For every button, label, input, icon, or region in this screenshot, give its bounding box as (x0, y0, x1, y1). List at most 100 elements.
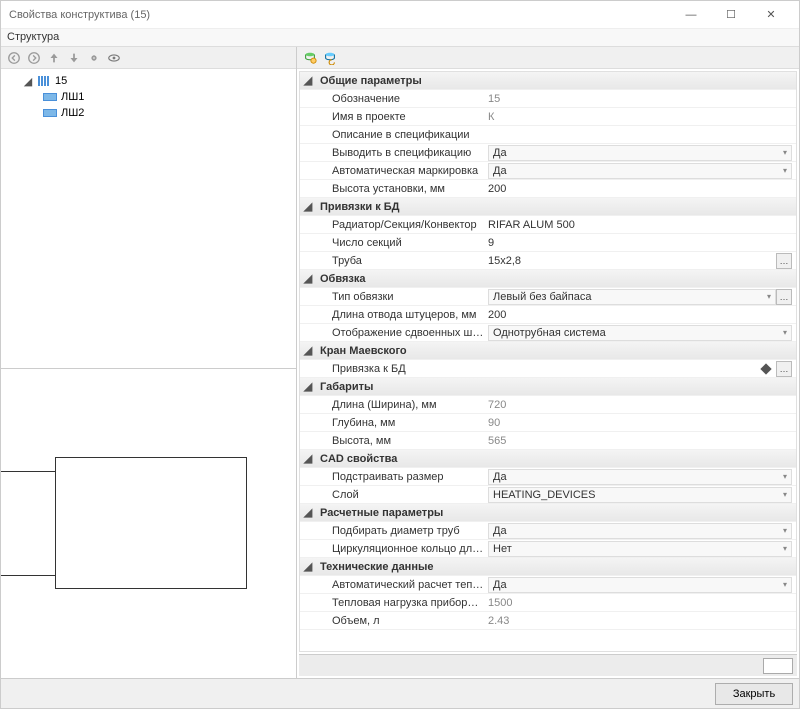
tree-item-lsh2[interactable]: ЛШ2 (3, 105, 294, 121)
dropdown[interactable]: Да▾ (488, 523, 792, 539)
expander-icon[interactable]: ◢ (300, 200, 316, 213)
dropdown[interactable]: Да▾ (488, 469, 792, 485)
chevron-down-icon: ▾ (783, 580, 787, 589)
dropdown[interactable]: Да▾ (488, 145, 792, 161)
dropdown[interactable]: HEATING_DEVICES▾ (488, 487, 792, 503)
description-input[interactable] (763, 658, 793, 674)
chevron-down-icon: ▾ (767, 292, 771, 301)
group-header[interactable]: ◢Обвязка (300, 270, 796, 288)
property-value[interactable]: 200 (488, 309, 506, 321)
property-row: Автоматическая маркировка Да▾ (300, 162, 796, 180)
diamond-icon (760, 363, 771, 374)
expander-icon[interactable]: ◢ (300, 74, 316, 87)
property-value: 720 (488, 399, 506, 411)
group-header[interactable]: ◢Расчетные параметры (300, 504, 796, 522)
tree-item-label: ЛШ1 (61, 91, 84, 103)
close-dialog-button[interactable]: Закрыть (715, 683, 793, 705)
dropdown-value: Нет (493, 543, 512, 555)
dropdown-value: Однотрубная система (493, 327, 606, 339)
ellipsis-button[interactable]: … (776, 253, 792, 269)
minimize-button[interactable]: — (671, 3, 711, 27)
dropdown-value: Да (493, 147, 507, 159)
group-header[interactable]: ◢CAD свойства (300, 450, 796, 468)
footer: Закрыть (1, 678, 799, 708)
left-panel: ◢ 15 ЛШ1 ЛШ2 (1, 47, 297, 678)
expander-icon[interactable]: ◢ (300, 506, 316, 519)
dropdown[interactable]: Нет▾ (488, 541, 792, 557)
dropdown-value: Да (493, 471, 507, 483)
property-label: Длина (Ширина), мм (316, 399, 484, 411)
property-value[interactable]: 9 (488, 237, 494, 249)
property-value: К (488, 111, 494, 123)
close-button[interactable]: ✕ (751, 3, 791, 27)
property-value[interactable]: 200 (488, 183, 506, 195)
maximize-button[interactable]: ☐ (711, 3, 751, 27)
ellipsis-button[interactable]: … (776, 289, 792, 305)
property-label: Труба (316, 255, 484, 267)
arrow-up-icon[interactable] (45, 49, 63, 67)
db-refresh-icon[interactable] (321, 49, 339, 67)
expander-icon[interactable]: ◢ (300, 560, 316, 573)
property-row: Описание в спецификации (300, 126, 796, 144)
expander-icon[interactable]: ◢ (300, 452, 316, 465)
property-grid[interactable]: ◢Общие параметрыОбозначение15Имя в проек… (299, 71, 797, 652)
property-row: Объем, л2.43 (300, 612, 796, 630)
nav-forward-icon[interactable] (25, 49, 43, 67)
expander-icon[interactable]: ◢ (23, 76, 33, 86)
property-label: Тип обвязки (316, 291, 484, 303)
property-label: Высота, мм (316, 435, 484, 447)
body: ◢ 15 ЛШ1 ЛШ2 (1, 47, 799, 678)
structure-label: Структура (1, 29, 799, 47)
expander-icon[interactable]: ◢ (300, 272, 316, 285)
group-label: Общие параметры (316, 75, 484, 87)
property-label: Автоматический расчет тепловой нагру… (316, 579, 484, 591)
property-label: Число секций (316, 237, 484, 249)
property-row: Подстраивать размер Да▾ (300, 468, 796, 486)
preview-radiator (55, 457, 247, 589)
radiator-icon (37, 75, 51, 87)
eye-icon[interactable] (105, 49, 123, 67)
ellipsis-button[interactable]: … (776, 361, 792, 377)
expander-icon[interactable]: ◢ (300, 344, 316, 357)
preview-line (1, 471, 55, 472)
group-header[interactable]: ◢Кран Маевского (300, 342, 796, 360)
arrow-down-icon[interactable] (65, 49, 83, 67)
property-label: Тепловая нагрузка прибора, Вт (316, 597, 484, 609)
property-value[interactable]: 15x2,8 (488, 255, 776, 267)
expander-icon[interactable]: ◢ (300, 380, 316, 393)
dropdown[interactable]: Левый без байпаса▾ (488, 289, 776, 305)
db-link-icon[interactable] (301, 49, 319, 67)
property-row: Длина отвода штуцеров, мм200 (300, 306, 796, 324)
property-toolbar (297, 47, 799, 69)
tree-view[interactable]: ◢ 15 ЛШ1 ЛШ2 (1, 69, 296, 369)
property-value[interactable]: RIFAR ALUM 500 (488, 219, 575, 231)
chevron-down-icon: ▾ (783, 328, 787, 337)
property-row: Тепловая нагрузка прибора, Вт1500 (300, 594, 796, 612)
property-label: Подбирать диаметр труб (316, 525, 484, 537)
property-label: Циркуляционное кольцо для отчетов (316, 543, 484, 555)
dropdown[interactable]: Да▾ (488, 163, 792, 179)
group-header[interactable]: ◢Технические данные (300, 558, 796, 576)
nav-back-icon[interactable] (5, 49, 23, 67)
dropdown[interactable]: Да▾ (488, 577, 792, 593)
property-row: Подбирать диаметр труб Да▾ (300, 522, 796, 540)
property-row: Глубина, мм90 (300, 414, 796, 432)
dropdown[interactable]: Однотрубная система ▾ (488, 325, 792, 341)
group-label: Привязки к БД (316, 201, 484, 213)
property-label: Выводить в спецификацию (316, 147, 484, 159)
window: Свойства конструктива (15) — ☐ ✕ Структу… (0, 0, 800, 709)
group-label: Кран Маевского (316, 345, 484, 357)
property-value: 90 (488, 417, 500, 429)
property-row: Привязка к БД… (300, 360, 796, 378)
property-row: Число секций 9 (300, 234, 796, 252)
link-icon[interactable] (85, 49, 103, 67)
tree-root[interactable]: ◢ 15 (3, 73, 294, 89)
property-label: Автоматическая маркировка (316, 165, 484, 177)
property-row: СлойHEATING_DEVICES▾ (300, 486, 796, 504)
group-header[interactable]: ◢Габариты (300, 378, 796, 396)
group-header[interactable]: ◢Привязки к БД (300, 198, 796, 216)
group-header[interactable]: ◢Общие параметры (300, 72, 796, 90)
group-label: Технические данные (316, 561, 484, 573)
tree-item-lsh1[interactable]: ЛШ1 (3, 89, 294, 105)
property-label: Подстраивать размер (316, 471, 484, 483)
